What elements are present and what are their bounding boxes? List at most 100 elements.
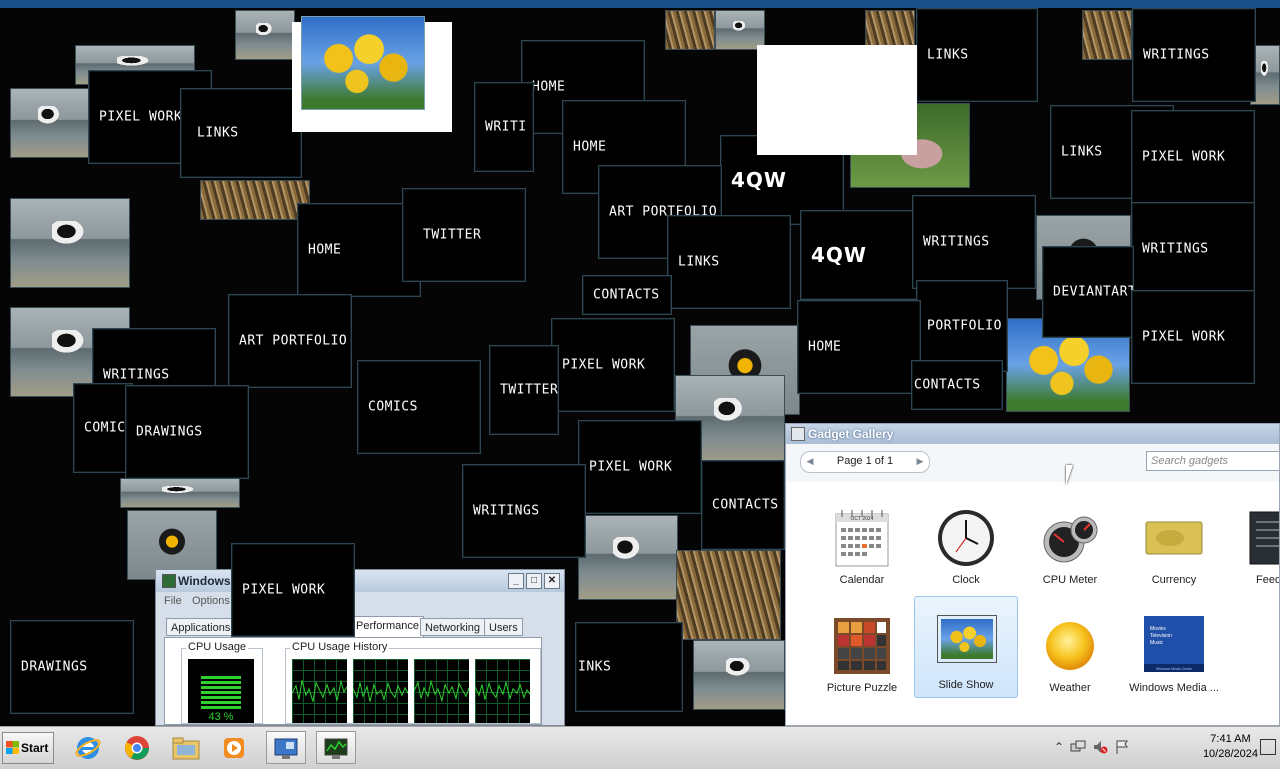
clock-time: 7:41 AM bbox=[1210, 733, 1251, 745]
gadget-windows-media-center[interactable]: Movies Television Music Windows Media Ce… bbox=[1122, 598, 1226, 700]
tile-contacts[interactable]: CONTACTS bbox=[701, 460, 785, 550]
maximize-button[interactable]: □ bbox=[526, 573, 542, 589]
tile-writings[interactable]: WRITI bbox=[474, 82, 534, 172]
gadget-gallery-window[interactable]: Gadget Gallery ◀ Page 1 of 1 ▶ Search ga… bbox=[785, 423, 1280, 726]
gadget-currency[interactable]: Currency bbox=[1122, 490, 1226, 592]
tile-writings[interactable]: WRITINGS bbox=[1132, 8, 1256, 102]
tile-writings[interactable]: WRITINGS bbox=[912, 195, 1036, 289]
tile-art-portfolio[interactable]: ART PORTFOLIO bbox=[228, 294, 352, 388]
media-center-caption: Windows Media Center bbox=[1156, 667, 1193, 671]
file-explorer-button[interactable] bbox=[166, 731, 206, 764]
tile-contacts[interactable]: CONTACTS bbox=[911, 360, 1003, 410]
tile-links[interactable]: LINKS bbox=[667, 215, 791, 309]
volume-muted-icon[interactable] bbox=[1092, 739, 1108, 755]
gadget-picture-puzzle[interactable]: Picture Puzzle bbox=[810, 598, 914, 700]
gadget-name: Weather bbox=[1049, 682, 1091, 694]
search-gadgets-input[interactable]: Search gadgets bbox=[1146, 451, 1279, 471]
task-manager-taskbar-button[interactable] bbox=[316, 731, 356, 764]
media-player-icon bbox=[224, 737, 244, 758]
photo-tile[interactable] bbox=[676, 550, 781, 640]
tile-drawings[interactable]: DRAWINGS bbox=[125, 385, 249, 479]
title-bar[interactable]: Windows _ □ ✕ bbox=[156, 570, 564, 592]
tile-writings[interactable]: WRITINGS bbox=[1131, 202, 1255, 296]
tile-links[interactable]: INKS bbox=[575, 622, 683, 712]
photo-tile-tulips[interactable] bbox=[301, 16, 425, 110]
tile-pixel-work[interactable]: PIXEL WORK bbox=[551, 318, 675, 412]
desktop: PIXEL WORK LINKS HOME WRITI HOME LINKS W… bbox=[0, 0, 1280, 726]
show-hidden-icons-button[interactable]: ⌃ bbox=[1054, 740, 1064, 754]
gadget-gallery-taskbar-button[interactable] bbox=[266, 731, 306, 764]
start-label: Start bbox=[21, 741, 49, 755]
gadget-slide-show[interactable]: Slide Show bbox=[914, 596, 1018, 698]
next-page-button[interactable]: ▶ bbox=[913, 454, 927, 468]
tile-comics[interactable]: COMIC bbox=[73, 383, 133, 473]
tab-users[interactable]: Users bbox=[484, 618, 523, 636]
internet-explorer-icon bbox=[75, 736, 101, 759]
photo-tile[interactable] bbox=[865, 10, 915, 50]
photo-tile[interactable] bbox=[693, 640, 785, 710]
gadget-name: Slide Show bbox=[938, 679, 994, 691]
show-desktop-icon[interactable] bbox=[1260, 739, 1276, 755]
page-indicator: Page 1 of 1 bbox=[836, 455, 894, 467]
start-button[interactable]: Start bbox=[2, 732, 54, 764]
tile-links[interactable]: LINKS bbox=[180, 88, 302, 178]
taskbar: Start ⌃ 7:41 AM 10/28/2024 bbox=[0, 726, 1280, 769]
action-center-flag-icon[interactable] bbox=[1114, 739, 1130, 755]
tile-pixel-work[interactable]: PIXEL WORK bbox=[231, 543, 355, 637]
weather-icon bbox=[1046, 622, 1094, 670]
cpu-usage-label: CPU Usage bbox=[186, 641, 249, 653]
gadget-feed-headlines[interactable]: Feed He bbox=[1226, 490, 1279, 592]
cpu-history-label: CPU Usage History bbox=[290, 641, 390, 653]
photo-tile[interactable] bbox=[665, 10, 715, 50]
tile-links[interactable]: LINKS bbox=[916, 8, 1038, 102]
calendar-icon: OCT 2024 bbox=[835, 510, 889, 567]
gadget-clock[interactable]: Clock bbox=[914, 490, 1018, 592]
chrome-button[interactable] bbox=[117, 731, 157, 764]
internet-explorer-button[interactable] bbox=[68, 731, 108, 764]
network-icon[interactable] bbox=[1070, 739, 1086, 755]
tab-networking[interactable]: Networking bbox=[420, 618, 486, 636]
tile-twitter[interactable]: TWITTER bbox=[489, 345, 559, 435]
gadget-calendar[interactable]: OCT 2024 Calendar bbox=[810, 490, 914, 592]
photo-tile[interactable] bbox=[10, 198, 130, 288]
task-manager-window[interactable]: Windows _ □ ✕ File Options Applications … bbox=[155, 569, 565, 726]
tile-contacts[interactable]: CONTACTS bbox=[582, 275, 672, 315]
menu-options[interactable]: Options bbox=[192, 595, 230, 607]
cpu-usage-meter: 43 % bbox=[188, 659, 254, 723]
system-clock[interactable]: 7:41 AM 10/28/2024 bbox=[1203, 732, 1258, 762]
photo-tile[interactable] bbox=[715, 10, 765, 50]
close-button[interactable]: ✕ bbox=[544, 573, 560, 589]
gadget-grid: OCT 2024 Calendar Clock CPU Meter Curren… bbox=[786, 482, 1279, 725]
gadget-name: Windows Media ... bbox=[1129, 682, 1219, 694]
top-window-strip bbox=[0, 0, 1280, 8]
gadget-cpu-meter[interactable]: CPU Meter bbox=[1018, 490, 1122, 592]
gadget-name: Clock bbox=[952, 574, 980, 586]
gadget-name: Picture Puzzle bbox=[826, 682, 898, 694]
media-player-button[interactable] bbox=[214, 731, 254, 764]
tile-4qw[interactable]: 4QW bbox=[800, 210, 924, 300]
tile-home[interactable]: HOME bbox=[797, 300, 921, 394]
tile-twitter[interactable]: TWITTER bbox=[402, 188, 526, 282]
cpu-history-graph bbox=[414, 659, 469, 723]
tile-deviantart[interactable]: DEVIANTART bbox=[1042, 246, 1134, 338]
photo-tile[interactable] bbox=[235, 10, 295, 60]
tile-drawings[interactable]: DRAWINGS bbox=[10, 620, 134, 714]
tab-applications[interactable]: Applications bbox=[166, 618, 236, 636]
tile-portfolio[interactable]: PORTFOLIO bbox=[916, 280, 1008, 372]
tile-writings[interactable]: WRITINGS bbox=[462, 464, 586, 558]
performance-panel: CPU Usage 43 % CPU Usage History bbox=[164, 637, 542, 725]
photo-tile[interactable] bbox=[120, 478, 240, 508]
tile-pixel-work[interactable]: PIXEL WORK bbox=[578, 420, 702, 514]
photo-tile[interactable] bbox=[578, 515, 678, 600]
gadget-weather[interactable]: Weather bbox=[1018, 598, 1122, 700]
title-bar[interactable]: Gadget Gallery bbox=[786, 424, 1279, 444]
tile-comics[interactable]: COMICS bbox=[357, 360, 481, 454]
photo-tile[interactable] bbox=[200, 180, 310, 220]
tile-pixel-work[interactable]: PIXEL WORK bbox=[1131, 110, 1255, 204]
tile-pixel-work[interactable]: PIXEL WORK bbox=[1131, 290, 1255, 384]
white-overlay bbox=[757, 45, 917, 155]
photo-tile[interactable] bbox=[10, 88, 90, 158]
photo-tile[interactable] bbox=[1082, 10, 1132, 60]
menu-file[interactable]: File bbox=[164, 595, 182, 607]
minimize-button[interactable]: _ bbox=[508, 573, 524, 589]
